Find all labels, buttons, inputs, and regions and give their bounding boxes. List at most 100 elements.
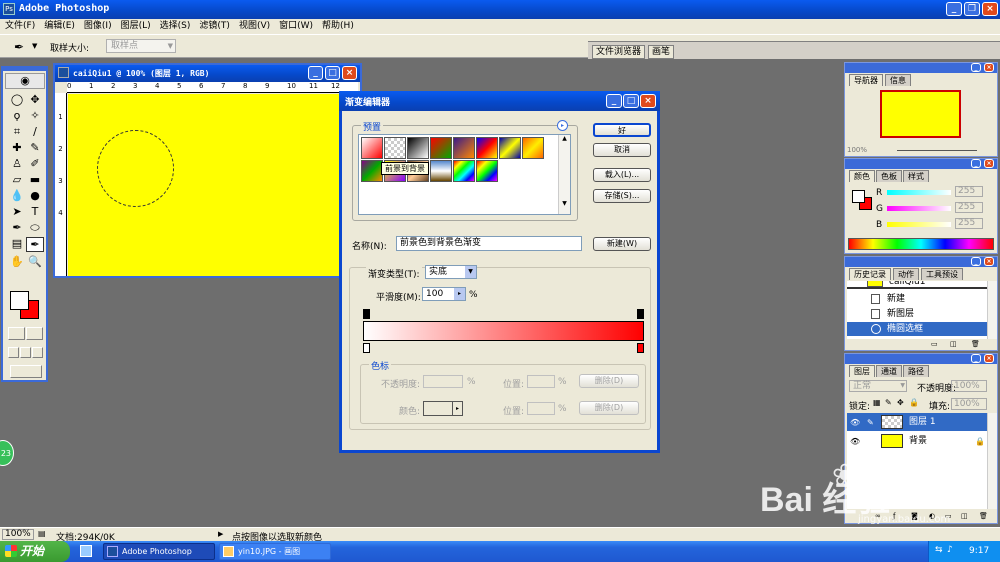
minimize-button[interactable]: _ [946, 2, 962, 16]
eraser-tool-icon[interactable]: ▱ [8, 173, 26, 186]
snapshot-icon[interactable]: ◫ [950, 340, 957, 348]
stop-position-input-2[interactable] [527, 402, 555, 415]
tab-channels[interactable]: 通道 [876, 365, 902, 377]
foreground-color-swatch[interactable] [10, 291, 29, 310]
menu-select[interactable]: 选择(S) [160, 19, 191, 34]
panel-close-icon[interactable]: × [984, 159, 994, 168]
doc-minimize-button[interactable]: _ [308, 66, 323, 80]
delete-color-stop-button[interactable]: 删除(D) [579, 401, 639, 415]
history-item[interactable]: 新建 [847, 292, 987, 306]
start-button[interactable]: 开始 [0, 541, 70, 562]
tab-color[interactable]: 颜色 [849, 170, 875, 182]
preset-blue-red-yellow[interactable] [476, 137, 498, 159]
navigator-preview[interactable] [880, 90, 961, 138]
panel-minimize-icon[interactable]: _ [971, 159, 981, 168]
type-tool-icon[interactable]: T [26, 205, 44, 218]
r-value[interactable]: 255 [955, 186, 983, 197]
load-button[interactable]: 载入(L)... [593, 168, 651, 182]
sample-size-select[interactable]: 取样点 ▼ [106, 39, 176, 53]
stamp-tool-icon[interactable]: ♙ [8, 157, 26, 170]
menu-view[interactable]: 视图(V) [239, 19, 270, 34]
opacity-stop-right[interactable] [637, 309, 644, 319]
panel-close-icon[interactable]: × [984, 354, 994, 363]
tab-styles[interactable]: 样式 [903, 170, 929, 182]
tab-brushes[interactable]: 画笔 [648, 45, 675, 59]
cancel-button[interactable]: 取消 [593, 143, 651, 157]
preset-transparent-rainbow[interactable] [476, 160, 498, 182]
color-stop-right[interactable] [637, 343, 644, 353]
panel-close-icon[interactable]: × [984, 63, 994, 72]
name-input[interactable]: 前景色到背景色渐变 [396, 236, 582, 251]
notes-tool-icon[interactable]: ▤ [8, 237, 26, 252]
quickmask-mode-icon[interactable] [26, 327, 43, 340]
stop-position-input[interactable] [527, 375, 555, 388]
status-arrow-icon[interactable]: ▶ [218, 530, 223, 538]
delete-opacity-stop-button[interactable]: 删除(D) [579, 374, 639, 388]
gradient-tool-icon[interactable]: ▬ [26, 173, 44, 186]
tab-history[interactable]: 历史记录 [849, 268, 891, 280]
taskbar-item-photoshop[interactable]: Adobe Photoshop [103, 543, 215, 560]
menu-image[interactable]: 图像(I) [84, 19, 112, 34]
standard-mode-icon[interactable] [8, 327, 25, 340]
ok-button[interactable]: 好 [593, 123, 651, 137]
menu-edit[interactable]: 编辑(E) [44, 19, 75, 34]
jump-to-imageready-icon[interactable] [10, 365, 42, 378]
tray-network-icon[interactable]: ⇆ [935, 545, 943, 555]
layer-row-selected[interactable]: 👁 ✎ 图层 1 [847, 413, 987, 431]
restore-button[interactable]: ❐ [964, 2, 980, 16]
menu-filter[interactable]: 滤镜(T) [199, 19, 230, 34]
lock-paint-icon[interactable]: ✎ [885, 398, 892, 407]
opacity-stop-left[interactable] [363, 309, 370, 319]
stop-color-swatch[interactable]: ▸ [423, 401, 463, 416]
lock-move-icon[interactable]: ✥ [897, 398, 904, 407]
lock-transparency-icon[interactable]: ▦ [873, 398, 881, 407]
color-fg-swatch[interactable] [852, 190, 865, 203]
smoothness-input[interactable]: 100 ▸ [422, 287, 466, 301]
menu-help[interactable]: 帮助(H) [322, 19, 354, 34]
slice-tool-icon[interactable]: ∕ [26, 125, 44, 138]
preset-orange-yellow[interactable] [522, 137, 544, 159]
healing-brush-icon[interactable]: ✚ [8, 141, 26, 154]
fill-input[interactable]: 100% [951, 398, 987, 410]
b-slider[interactable] [887, 222, 951, 227]
menu-file[interactable]: 文件(F) [5, 19, 35, 34]
screen-mode-full-icon[interactable] [32, 347, 43, 358]
preset-blue-yellow-blue[interactable] [499, 137, 521, 159]
r-slider[interactable] [887, 190, 951, 195]
blur-tool-icon[interactable]: 💧 [8, 189, 26, 202]
lock-all-icon[interactable]: 🔒 [909, 398, 919, 407]
zoom-tool-icon[interactable]: 🔍 [26, 255, 44, 268]
dialog-title-bar[interactable]: 渐变编辑器 _ □ × [339, 91, 660, 111]
preset-chrome[interactable] [430, 160, 452, 182]
tab-swatches[interactable]: 色板 [876, 170, 902, 182]
dodge-tool-icon[interactable]: ● [26, 189, 44, 202]
document-title-bar[interactable]: caiiQiu1 @ 100% (图层 1, RGB) _ □ × [55, 65, 360, 82]
gradient-preview-bar[interactable] [363, 321, 644, 341]
gradient-type-select[interactable]: 实底 ▼ [425, 265, 477, 279]
color-stop-left[interactable] [363, 343, 370, 353]
g-value[interactable]: 255 [955, 202, 983, 213]
g-slider[interactable] [887, 206, 951, 211]
preset-black-to-white[interactable] [407, 137, 429, 159]
menu-window[interactable]: 窗口(W) [279, 19, 313, 34]
b-value[interactable]: 255 [955, 218, 983, 229]
shape-tool-icon[interactable]: ⬭ [26, 221, 44, 234]
dialog-minimize-button[interactable]: _ [606, 94, 622, 108]
marquee-tool-icon[interactable]: ◯ [8, 93, 26, 106]
menu-layer[interactable]: 图层(L) [121, 19, 151, 34]
history-brush-icon[interactable]: ✐ [26, 157, 44, 170]
eye-icon[interactable]: 👁 [850, 435, 860, 449]
history-scrollbar[interactable] [987, 281, 997, 339]
show-desktop-icon[interactable] [80, 545, 92, 557]
history-item-selected[interactable]: 椭圆选框 [847, 322, 987, 336]
crop-tool-icon[interactable]: ⌗ [8, 125, 26, 138]
scroll-down-icon[interactable]: ▼ [559, 200, 570, 207]
floating-badge[interactable]: 23 [0, 440, 14, 466]
eye-icon[interactable]: 👁 [850, 416, 860, 430]
new-button[interactable]: 新建(W) [593, 237, 651, 251]
eyedropper-tool-icon[interactable]: ✒ [14, 40, 24, 54]
tab-actions[interactable]: 动作 [893, 268, 919, 280]
preset-violet-green-orange[interactable] [361, 160, 383, 182]
navigator-zoom-slider[interactable] [897, 150, 977, 151]
presets-menu-icon[interactable]: ▸ [557, 120, 568, 131]
